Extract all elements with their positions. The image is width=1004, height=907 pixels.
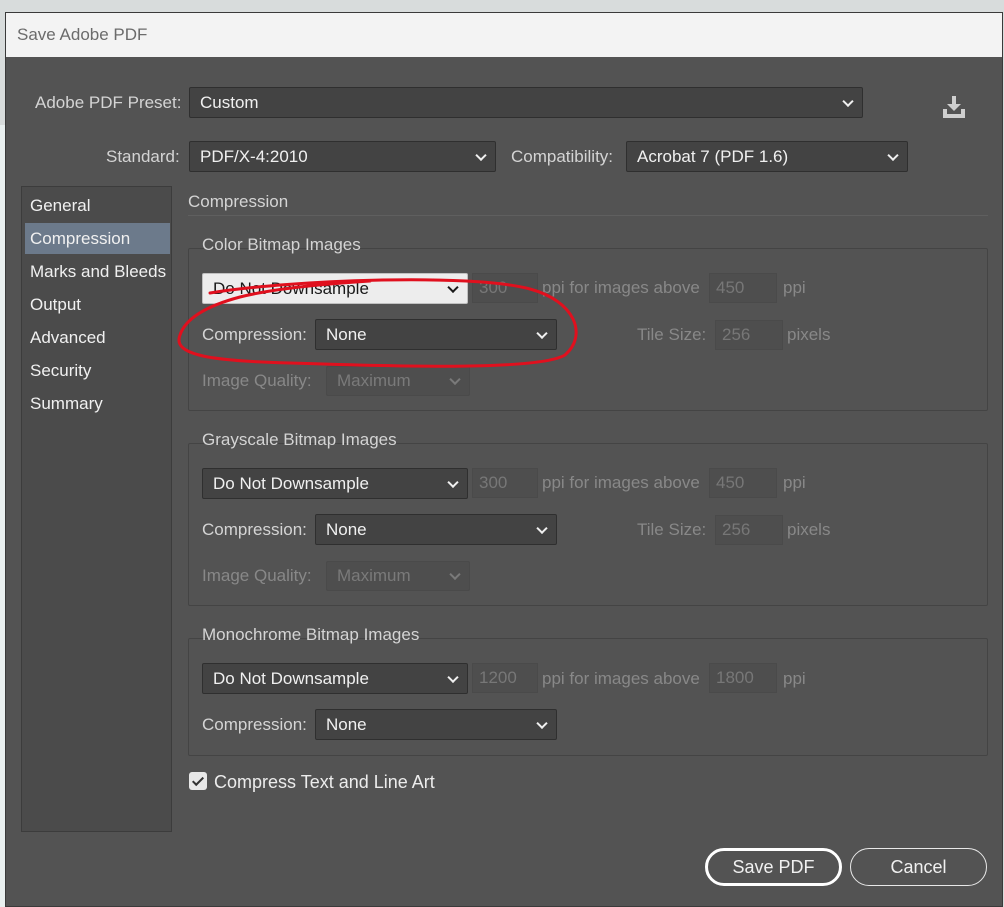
chevron-down-icon (842, 95, 854, 107)
checkmark-icon (191, 773, 205, 786)
grayscale-downsample-value: Do Not Downsample (213, 473, 369, 493)
monochrome-bitmap-group (188, 638, 988, 756)
chevron-down-icon (447, 281, 459, 293)
grayscale-ppi-value: 300 (479, 473, 508, 492)
sidebar-item-label: Compression (30, 228, 131, 248)
monochrome-compression-value: None (326, 714, 367, 734)
section-divider (188, 215, 988, 216)
standard-value: PDF/X-4:2010 (200, 146, 308, 166)
chevron-down-icon (536, 327, 548, 339)
preset-value: Custom (200, 92, 259, 112)
color-ppi-text: ppi for images above (542, 278, 700, 297)
monochrome-above-value: 1800 (716, 668, 754, 687)
chevron-down-icon (536, 717, 548, 729)
sidebar-item-label: Security (30, 360, 92, 380)
color-above-field[interactable]: 450 (709, 273, 777, 303)
color-ppi-value: 300 (479, 278, 508, 297)
standard-label: Standard: (106, 147, 180, 166)
color-quality-value: Maximum (337, 371, 411, 390)
monochrome-downsample-value: Do Not Downsample (213, 668, 369, 688)
color-compression-value: None (326, 324, 367, 344)
color-bitmap-title: Color Bitmap Images (202, 235, 361, 254)
sidebar-item-label: Output (30, 294, 82, 314)
compress-text-checkbox[interactable] (189, 772, 207, 790)
monochrome-bitmap-title: Monochrome Bitmap Images (202, 625, 420, 644)
grayscale-quality-value: Maximum (337, 566, 411, 585)
sidebar-item-label: General (30, 195, 91, 215)
color-downsample-dropdown[interactable]: Do Not Downsample (202, 273, 468, 304)
monochrome-above-field[interactable]: 1800 (709, 663, 777, 693)
sidebar-item-summary[interactable]: Summary (25, 388, 170, 419)
compatibility-label: Compatibility: (511, 147, 614, 166)
preset-dropdown[interactable]: Custom (189, 87, 863, 118)
standard-dropdown[interactable]: PDF/X-4:2010 (189, 141, 496, 172)
monochrome-compression-label: Compression: (202, 715, 307, 734)
chevron-down-icon (447, 476, 459, 488)
category-sidebar: General Compression Marks and Bleeds Out… (21, 186, 172, 832)
section-title: Compression (188, 192, 289, 211)
grayscale-downsample-dropdown[interactable]: Do Not Downsample (202, 468, 468, 499)
grayscale-tile-field[interactable]: 256 (715, 515, 783, 545)
sidebar-item-label: Summary (30, 393, 103, 413)
sidebar-item-label: Advanced (30, 327, 106, 347)
sidebar-item-output[interactable]: Output (25, 289, 170, 320)
compatibility-value: Acrobat 7 (PDF 1.6) (637, 146, 789, 166)
monochrome-compression-dropdown[interactable]: None (315, 709, 557, 740)
chevron-down-icon (449, 568, 461, 581)
chevron-down-icon (449, 373, 461, 386)
color-compression-dropdown[interactable]: None (315, 319, 557, 350)
grayscale-tile-label: Tile Size: (637, 520, 707, 539)
sidebar-item-advanced[interactable]: Advanced (25, 322, 170, 353)
chevron-down-icon (536, 522, 548, 534)
monochrome-ppi-unit: ppi (783, 669, 806, 688)
chevron-down-icon (475, 149, 487, 161)
grayscale-ppi-unit: ppi (783, 473, 806, 492)
color-tile-value: 256 (722, 325, 751, 344)
color-tile-unit: pixels (787, 325, 831, 344)
grayscale-tile-unit: pixels (787, 520, 831, 539)
sidebar-item-compression[interactable]: Compression (25, 223, 170, 254)
monochrome-ppi-field[interactable]: 1200 (472, 663, 538, 693)
color-quality-dropdown[interactable]: Maximum (326, 366, 470, 396)
save-pdf-label: Save PDF (732, 856, 815, 877)
sidebar-item-marks-and-bleeds[interactable]: Marks and Bleeds (25, 256, 170, 287)
grayscale-compression-value: None (326, 519, 367, 539)
chevron-down-icon (887, 149, 899, 161)
grayscale-above-value: 450 (716, 473, 745, 492)
grayscale-quality-dropdown[interactable]: Maximum (326, 561, 470, 591)
grayscale-above-field[interactable]: 450 (709, 468, 777, 498)
color-downsample-value: Do Not Downsample (213, 278, 369, 298)
color-tile-field[interactable]: 256 (715, 320, 783, 350)
compress-text-label: Compress Text and Line Art (214, 772, 435, 792)
save-adobe-pdf-dialog: Save Adobe PDF Adobe PDF Preset: Custom … (5, 12, 1003, 907)
dialog-title: Save Adobe PDF (17, 25, 148, 44)
chevron-down-icon (447, 671, 459, 683)
grayscale-ppi-text: ppi for images above (542, 473, 700, 492)
color-tile-label: Tile Size: (637, 325, 707, 344)
color-ppi-field[interactable]: 300 (472, 273, 538, 303)
cancel-button[interactable]: Cancel (850, 848, 987, 886)
grayscale-tile-value: 256 (722, 520, 751, 539)
grayscale-compression-dropdown[interactable]: None (315, 514, 557, 545)
monochrome-downsample-dropdown[interactable]: Do Not Downsample (202, 663, 468, 694)
sidebar-item-label: Marks and Bleeds (30, 261, 167, 281)
cancel-label: Cancel (890, 856, 947, 877)
color-compression-label: Compression: (202, 325, 307, 344)
sidebar-item-security[interactable]: Security (25, 355, 170, 386)
color-quality-label: Image Quality: (202, 371, 312, 390)
dialog-title-bar: Save Adobe PDF (6, 13, 1002, 57)
compatibility-dropdown[interactable]: Acrobat 7 (PDF 1.6) (626, 141, 908, 172)
monochrome-ppi-text: ppi for images above (542, 669, 700, 688)
sidebar-item-general[interactable]: General (25, 190, 170, 221)
color-above-value: 450 (716, 278, 745, 297)
grayscale-ppi-field[interactable]: 300 (472, 468, 538, 498)
color-ppi-unit: ppi (783, 278, 806, 297)
save-preset-icon[interactable] (941, 95, 967, 119)
monochrome-ppi-value: 1200 (479, 668, 517, 687)
save-pdf-button[interactable]: Save PDF (705, 848, 842, 886)
preset-label: Adobe PDF Preset: (35, 93, 182, 112)
grayscale-compression-label: Compression: (202, 520, 307, 539)
grayscale-quality-label: Image Quality: (202, 566, 312, 585)
grayscale-bitmap-title: Grayscale Bitmap Images (202, 430, 397, 449)
